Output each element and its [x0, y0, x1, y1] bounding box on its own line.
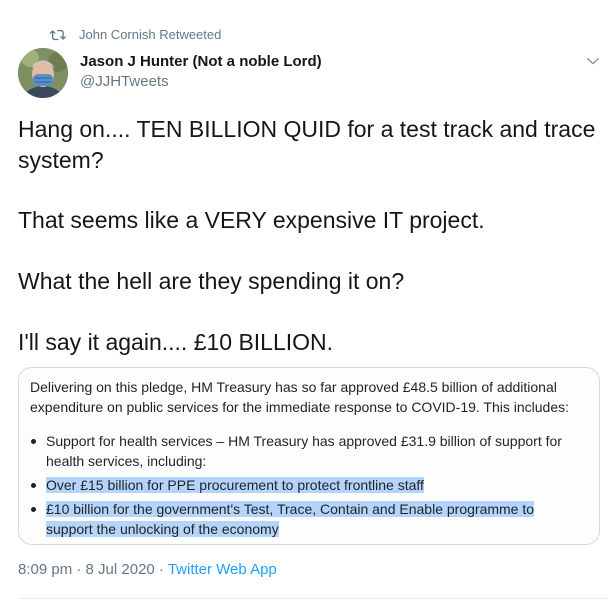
avatar[interactable] — [18, 48, 68, 98]
tweet-text-line: Hang on.... TEN BILLION QUID for a test … — [18, 116, 596, 142]
chevron-down-icon[interactable] — [584, 52, 602, 70]
tweet-text-line: system? — [18, 147, 104, 173]
list-item-text: health services, including: — [46, 453, 207, 469]
retweet-indicator: John Cornish Retweeted — [49, 27, 222, 42]
list-item: Over £15 billion for PPE procurement to … — [30, 475, 590, 495]
retweet-label: John Cornish Retweeted — [79, 27, 222, 42]
list-item: £10 billion for the government's Test, T… — [30, 499, 590, 539]
bullet-dot — [31, 483, 36, 488]
tweet-time[interactable]: 8:09 pm · 8 Jul 2020 · — [18, 561, 168, 578]
card-intro-line: expenditure on public services for the i… — [30, 399, 570, 415]
divider — [18, 598, 608, 599]
highlighted-text: £10 billion for the government's Test, T… — [46, 501, 535, 517]
tweet-media-image[interactable]: Delivering on this pledge, HM Treasury h… — [18, 367, 600, 545]
tweet-text-line: I'll say it again.... £10 BILLION. — [18, 329, 334, 355]
list-item: Support for health services – HM Treasur… — [30, 431, 590, 471]
retweet-icon — [49, 29, 66, 41]
tweet-text-line: What the hell are they spending it on? — [18, 268, 405, 294]
highlighted-text: Over £15 billion for PPE procurement to … — [46, 477, 424, 493]
tweet-text-line: That seems like a VERY expensive IT proj… — [18, 207, 485, 233]
tweet-timestamp: 8:09 pm · 8 Jul 2020 · Twitter Web App — [18, 561, 277, 578]
bullet-dot — [31, 439, 36, 444]
bullet-dot — [31, 507, 36, 512]
source-app-link[interactable]: Twitter Web App — [168, 561, 277, 578]
author-name[interactable]: Jason J Hunter (Not a noble Lord) — [80, 53, 322, 70]
author-handle[interactable]: @JJHTweets — [80, 73, 169, 90]
card-intro: Delivering on this pledge, HM Treasury h… — [30, 377, 590, 417]
card-intro-line: Delivering on this pledge, HM Treasury h… — [30, 379, 557, 395]
highlighted-text: support the unlocking of the economy — [46, 521, 279, 537]
list-item-text: Support for health services – HM Treasur… — [46, 433, 562, 449]
